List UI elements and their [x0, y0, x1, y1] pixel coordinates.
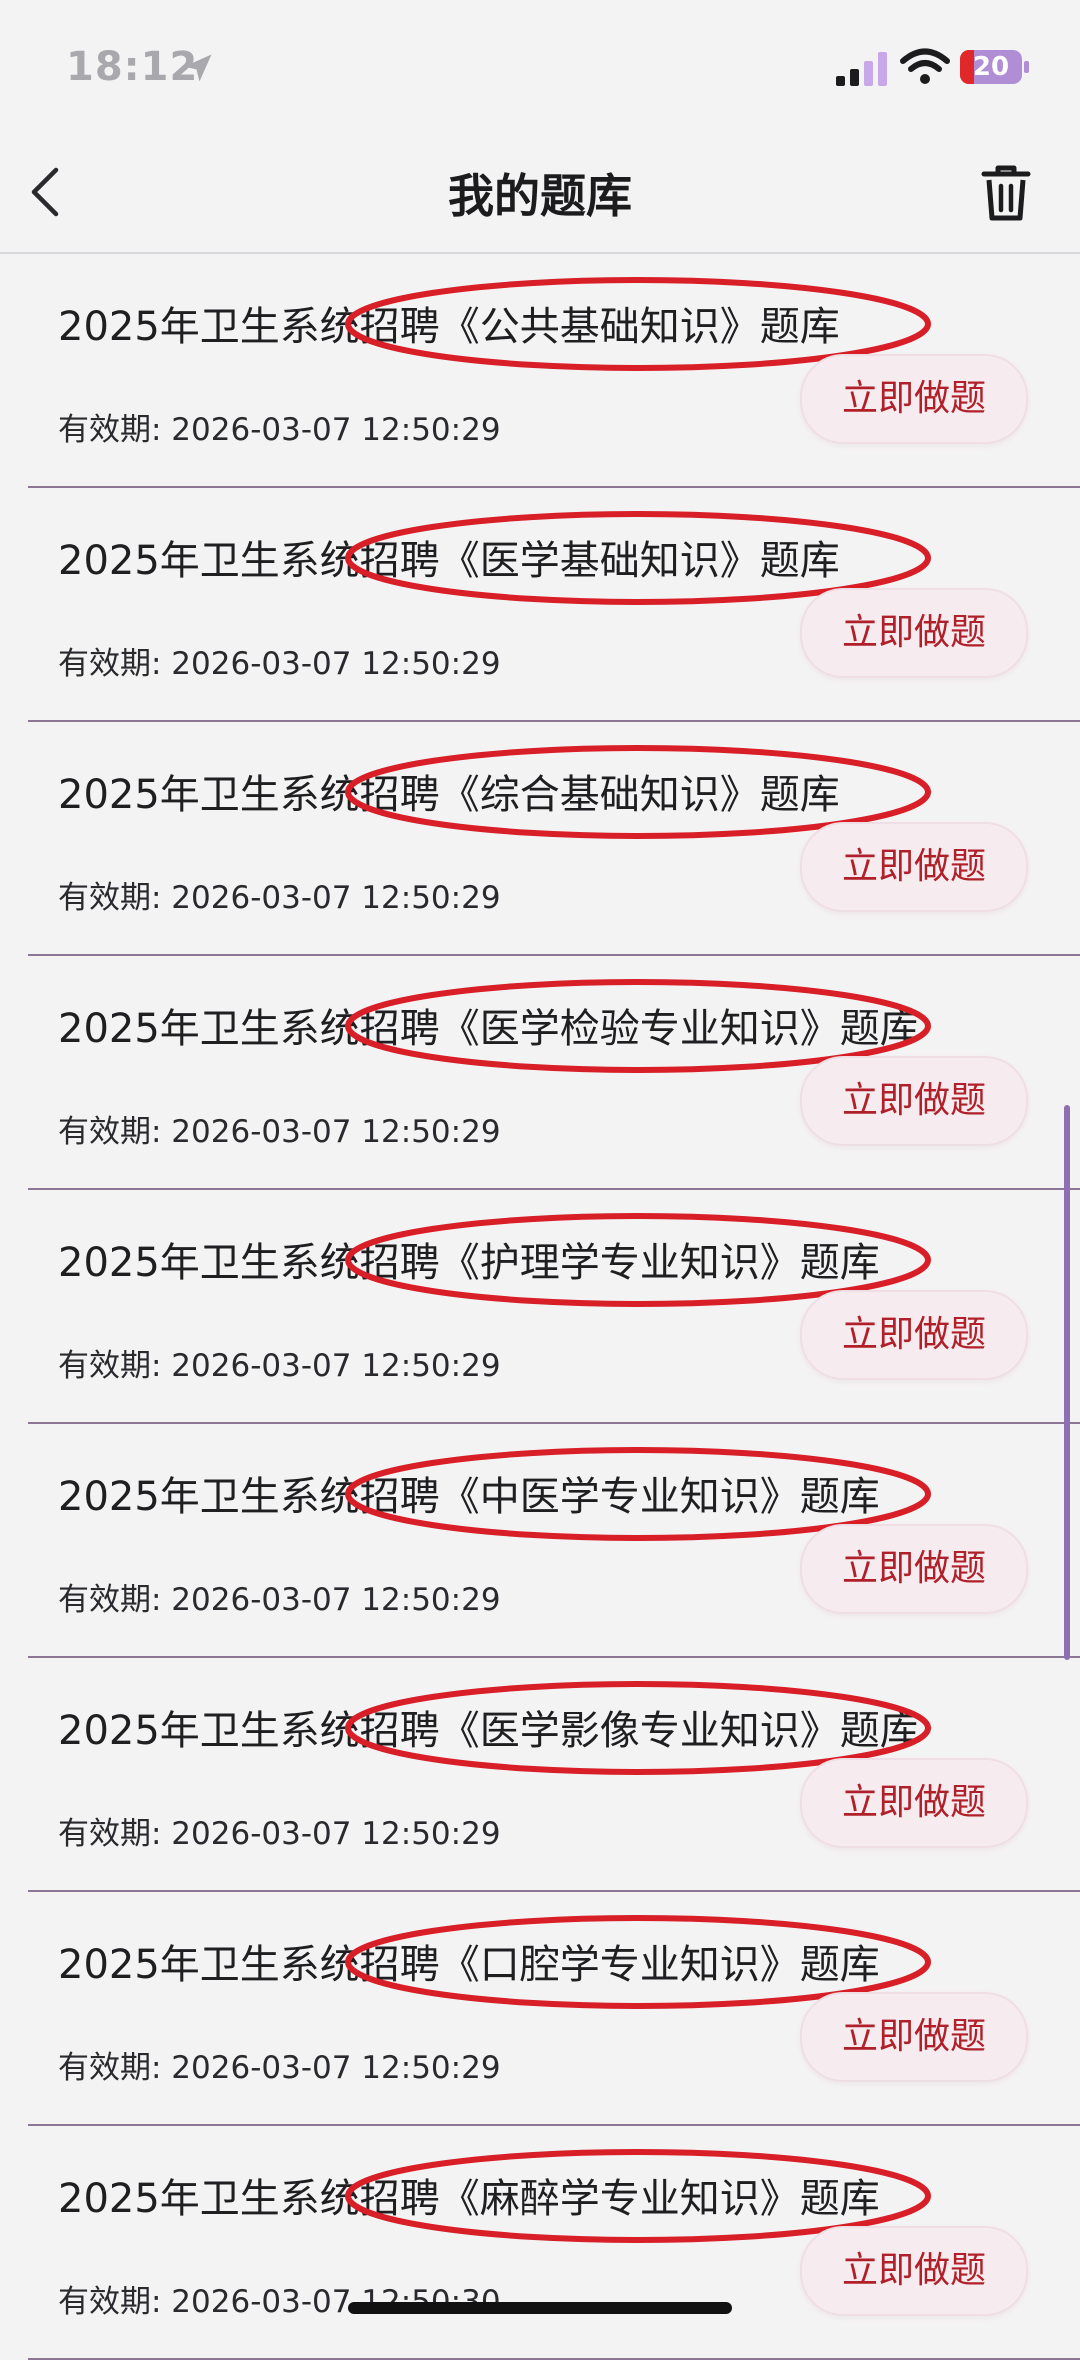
- start-quiz-button[interactable]: 立即做题: [800, 822, 1028, 912]
- trash-icon[interactable]: [976, 160, 1036, 224]
- item-expiry: 有效期: 2026-03-07 12:50:29: [58, 412, 501, 448]
- list-item: 2025年卫生系统招聘《综合基础知识》题库 有效期: 2026-03-07 12…: [28, 722, 1080, 956]
- battery-level: 20: [972, 52, 1010, 82]
- item-title: 2025年卫生系统招聘《中医学专业知识》题库: [58, 1474, 880, 1520]
- start-quiz-button[interactable]: 立即做题: [800, 2226, 1028, 2316]
- item-title: 2025年卫生系统招聘《口腔学专业知识》题库: [58, 1942, 880, 1988]
- page-title: 我的题库: [448, 169, 632, 223]
- location-arrow-icon: [184, 54, 212, 82]
- item-expiry: 有效期: 2026-03-07 12:50:29: [58, 1582, 501, 1618]
- item-expiry: 有效期: 2026-03-07 12:50:29: [58, 1348, 501, 1384]
- navigation-bar: 我的题库: [0, 130, 1080, 254]
- list-item: 2025年卫生系统招聘《医学影像专业知识》题库 有效期: 2026-03-07 …: [28, 1658, 1080, 1892]
- signal-icon: [836, 52, 887, 86]
- item-expiry: 有效期: 2026-03-07 12:50:29: [58, 1816, 501, 1852]
- status-bar: 18:12 20: [0, 0, 1080, 130]
- item-title: 2025年卫生系统招聘《护理学专业知识》题库: [58, 1240, 880, 1286]
- list-item: 2025年卫生系统招聘《护理学专业知识》题库 有效期: 2026-03-07 1…: [28, 1190, 1080, 1424]
- battery-icon: 20: [960, 50, 1030, 84]
- start-quiz-button[interactable]: 立即做题: [800, 1290, 1028, 1380]
- start-quiz-button[interactable]: 立即做题: [800, 588, 1028, 678]
- status-time: 18:12: [66, 44, 199, 90]
- start-quiz-button[interactable]: 立即做题: [800, 1758, 1028, 1848]
- item-title: 2025年卫生系统招聘《医学基础知识》题库: [58, 538, 840, 584]
- item-title: 2025年卫生系统招聘《公共基础知识》题库: [58, 304, 840, 350]
- item-expiry: 有效期: 2026-03-07 12:50:29: [58, 646, 501, 682]
- question-bank-list: 2025年卫生系统招聘《公共基础知识》题库 有效期: 2026-03-07 12…: [0, 254, 1080, 2360]
- item-title: 2025年卫生系统招聘《麻醉学专业知识》题库: [58, 2176, 880, 2222]
- list-item: 2025年卫生系统招聘《公共基础知识》题库 有效期: 2026-03-07 12…: [28, 254, 1080, 488]
- list-item: 2025年卫生系统招聘《中医学专业知识》题库 有效期: 2026-03-07 1…: [28, 1424, 1080, 1658]
- list-item: 2025年卫生系统招聘《麻醉学专业知识》题库 有效期: 2026-03-07 1…: [28, 2126, 1080, 2360]
- wifi-icon: [900, 48, 950, 84]
- start-quiz-button[interactable]: 立即做题: [800, 1056, 1028, 1146]
- item-expiry: 有效期: 2026-03-07 12:50:30: [58, 2284, 501, 2320]
- list-item: 2025年卫生系统招聘《医学基础知识》题库 有效期: 2026-03-07 12…: [28, 488, 1080, 722]
- list-item: 2025年卫生系统招聘《医学检验专业知识》题库 有效期: 2026-03-07 …: [28, 956, 1080, 1190]
- item-title: 2025年卫生系统招聘《医学影像专业知识》题库: [58, 1708, 920, 1754]
- item-expiry: 有效期: 2026-03-07 12:50:29: [58, 2050, 501, 2086]
- start-quiz-button[interactable]: 立即做题: [800, 1524, 1028, 1614]
- scrollbar-thumb[interactable]: [1064, 1105, 1070, 1660]
- item-title: 2025年卫生系统招聘《综合基础知识》题库: [58, 772, 840, 818]
- item-title: 2025年卫生系统招聘《医学检验专业知识》题库: [58, 1006, 920, 1052]
- start-quiz-button[interactable]: 立即做题: [800, 354, 1028, 444]
- item-expiry: 有效期: 2026-03-07 12:50:29: [58, 880, 501, 916]
- start-quiz-button[interactable]: 立即做题: [800, 1992, 1028, 2082]
- item-expiry: 有效期: 2026-03-07 12:50:29: [58, 1114, 501, 1150]
- home-indicator[interactable]: [348, 2302, 732, 2314]
- list-item: 2025年卫生系统招聘《口腔学专业知识》题库 有效期: 2026-03-07 1…: [28, 1892, 1080, 2126]
